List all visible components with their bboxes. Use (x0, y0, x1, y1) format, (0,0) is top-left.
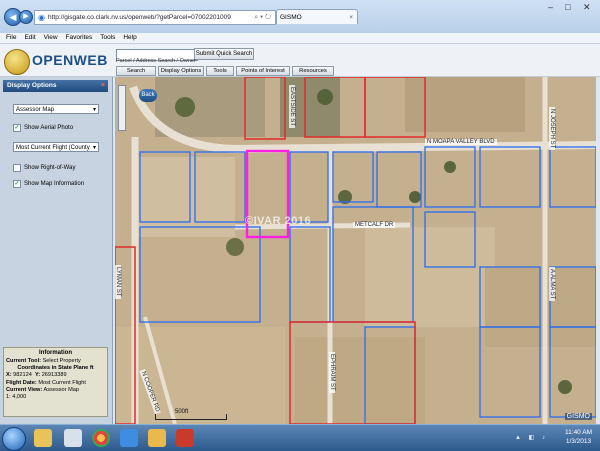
menu-edit[interactable]: Edit (24, 33, 35, 43)
zoom-slider[interactable] (118, 85, 126, 131)
menu-file[interactable]: File (6, 33, 16, 43)
acrobat-icon[interactable] (176, 429, 194, 447)
url-text[interactable]: http://gisgate.co.clark.nv.us/openweb/?g… (48, 14, 231, 21)
browser-titlebar: ◀ ▶ ◉ http://gisgate.co.clark.nv.us/open… (0, 0, 600, 34)
road-label-lyman: LYMAN ST (115, 265, 121, 299)
aerial-map[interactable]: Back N MOAPA VALLEY BLVD METCALF DR LYMA… (115, 77, 596, 424)
road-label-moapa-valley: N MOAPA VALLEY BLVD (425, 139, 497, 145)
watermark: ©IVAR 2016 (245, 215, 312, 227)
scale-line: 1: 4,000 (6, 394, 27, 401)
show-aerial-checkbox[interactable]: ✓ Show Aerial Photo (13, 124, 73, 132)
coords-title: Coordinates in State Plane ft (17, 365, 94, 372)
menu-tools[interactable]: Tools (100, 33, 115, 43)
gismo-corner-label: GISMO (564, 413, 592, 420)
menu-help[interactable]: Help (123, 33, 136, 43)
menu-view[interactable]: View (44, 33, 58, 43)
globe-icon: ◉ (38, 13, 45, 22)
close-panel-icon[interactable]: × (101, 80, 105, 92)
road-label-metcalf: METCALF DR (353, 222, 396, 228)
internet-explorer-icon[interactable] (120, 429, 138, 447)
folder-icon[interactable] (34, 429, 52, 447)
scale-bar (155, 414, 227, 420)
information-box: Information Current Tool: Select Propert… (3, 347, 108, 417)
scale-label: 500ft (175, 409, 189, 415)
road-label-ephraim: EPHRAIM ST (329, 352, 335, 393)
flight-date-line: Flight Date: Most Current Flight (6, 379, 86, 386)
flight-select[interactable]: Most Current Flight (County ▾ (13, 142, 99, 152)
system-tray-icons[interactable]: ▲ ◧ ♪ (515, 434, 548, 441)
close-window-icon[interactable]: ✕ (583, 2, 591, 13)
chrome-icon[interactable] (92, 429, 110, 447)
clock-time: 11:40 AM (565, 429, 592, 436)
menu-bar: File Edit View Favorites Tools Help (0, 33, 600, 44)
top-nav: Search Display Options Tools Points of I… (116, 66, 334, 76)
maximize-icon[interactable]: □ (565, 2, 570, 12)
taskbar-clock[interactable]: 11:40 AM 1/3/2013 (565, 428, 592, 446)
map-type-value: Assessor Map (16, 107, 55, 113)
nav-search[interactable]: Search (116, 66, 156, 76)
show-aerial-label: Show Aerial Photo (24, 125, 74, 131)
display-options-panel: Display Options × Assessor Map ▾ ✓ Show … (0, 77, 113, 424)
tab-gismo[interactable]: GISMO × (276, 9, 358, 24)
clock-date: 1/3/2013 (565, 438, 592, 445)
flight-value: Most Current Flight (County (16, 145, 90, 151)
start-button[interactable] (2, 427, 26, 451)
nav-points-of-interest[interactable]: Points of Interest (236, 66, 290, 76)
media-player-icon[interactable] (64, 429, 82, 447)
panel-title: Display Options (7, 82, 57, 89)
nav-tools[interactable]: Tools (206, 66, 234, 76)
search-hint: Parcel / Address Search / Owner (116, 58, 196, 64)
checkbox-checked-icon[interactable]: ✓ (13, 124, 21, 132)
app-logo-text: OPENWEB (32, 52, 108, 68)
chevron-down-icon: ▾ (92, 145, 96, 151)
nav-resources[interactable]: Resources (292, 66, 334, 76)
map-type-select[interactable]: Assessor Map ▾ (13, 104, 99, 114)
close-tab-icon[interactable]: × (349, 10, 353, 25)
map-canvas (115, 77, 596, 424)
tab-label: GISMO (280, 14, 302, 21)
road-label-joseph: N JOSEPH ST (549, 107, 555, 151)
windows-taskbar: ▲ ◧ ♪ 11:40 AM 1/3/2013 (0, 424, 600, 451)
show-map-info-checkbox[interactable]: ✓ Show Map Information (13, 180, 84, 188)
minimize-icon[interactable]: – (548, 2, 553, 12)
show-right-of-way-checkbox[interactable]: Show Right-of-Way (13, 164, 75, 172)
menu-favorites[interactable]: Favorites (66, 33, 93, 43)
checkbox-unchecked-icon[interactable] (13, 164, 21, 172)
map-back-button[interactable]: Back (139, 89, 157, 102)
info-title: Information (39, 350, 72, 356)
checkbox-checked-icon[interactable]: ✓ (13, 180, 21, 188)
address-bar[interactable]: ◉ http://gisgate.co.clark.nv.us/openweb/… (34, 10, 276, 25)
current-tool-line: Current Tool: Select Property (6, 358, 81, 364)
coords-line: X: 982124 Y: 26913389 (6, 372, 67, 379)
road-label-alma: A ALMA ST (549, 267, 555, 302)
submit-quick-search-button[interactable]: Submit Quick Search (194, 48, 254, 60)
chevron-down-icon: ▾ (92, 107, 96, 113)
app-icon[interactable] (148, 429, 166, 447)
show-info-label: Show Map Information (24, 181, 85, 187)
road-label-eastside: EASTSIDE ST (289, 85, 295, 129)
show-row-label: Show Right-of-Way (24, 165, 76, 171)
openweb-logo-icon (4, 49, 30, 75)
nav-display-options[interactable]: Display Options (158, 66, 204, 76)
panel-header: Display Options × (3, 80, 108, 92)
current-view-line: Current View: Assessor Map (6, 386, 79, 393)
address-tools-icon[interactable]: ⌕▾↻ (254, 14, 275, 22)
forward-icon[interactable]: ▶ (19, 10, 33, 24)
